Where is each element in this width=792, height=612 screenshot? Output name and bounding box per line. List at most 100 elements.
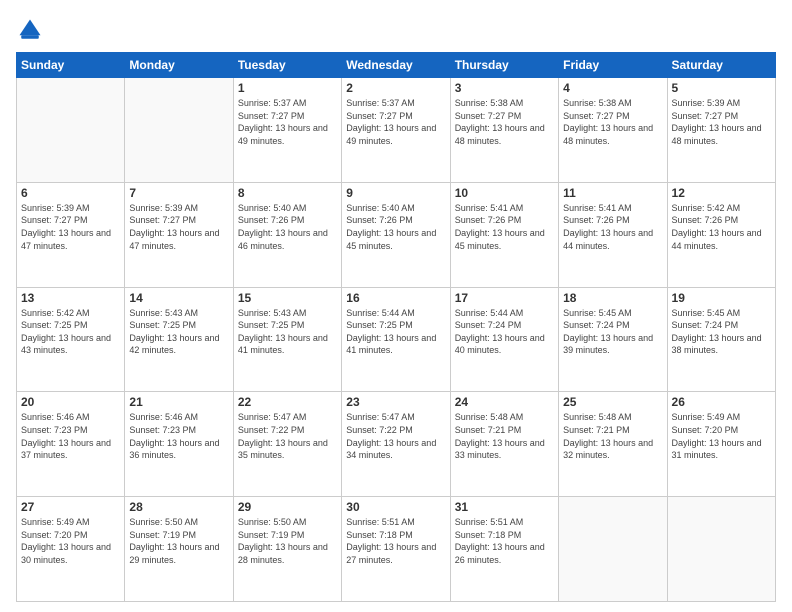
day-number: 18: [563, 291, 662, 305]
calendar-cell: 1 Sunrise: 5:37 AMSunset: 7:27 PMDaylight…: [233, 78, 341, 183]
logo: [16, 16, 48, 44]
calendar-cell: [667, 497, 775, 602]
day-info: Sunrise: 5:48 AMSunset: 7:21 PMDaylight:…: [563, 411, 662, 461]
calendar-cell: 12 Sunrise: 5:42 AMSunset: 7:26 PMDayligh…: [667, 182, 775, 287]
calendar-cell: 13 Sunrise: 5:42 AMSunset: 7:25 PMDayligh…: [17, 287, 125, 392]
day-number: 5: [672, 81, 771, 95]
day-number: 8: [238, 186, 337, 200]
day-info: Sunrise: 5:45 AMSunset: 7:24 PMDaylight:…: [563, 307, 662, 357]
week-row-2: 6 Sunrise: 5:39 AMSunset: 7:27 PMDaylight…: [17, 182, 776, 287]
day-info: Sunrise: 5:48 AMSunset: 7:21 PMDaylight:…: [455, 411, 554, 461]
day-info: Sunrise: 5:43 AMSunset: 7:25 PMDaylight:…: [238, 307, 337, 357]
day-info: Sunrise: 5:40 AMSunset: 7:26 PMDaylight:…: [238, 202, 337, 252]
day-info: Sunrise: 5:51 AMSunset: 7:18 PMDaylight:…: [346, 516, 445, 566]
day-info: Sunrise: 5:47 AMSunset: 7:22 PMDaylight:…: [346, 411, 445, 461]
day-info: Sunrise: 5:44 AMSunset: 7:25 PMDaylight:…: [346, 307, 445, 357]
weekday-header-saturday: Saturday: [667, 53, 775, 78]
calendar-cell: 6 Sunrise: 5:39 AMSunset: 7:27 PMDaylight…: [17, 182, 125, 287]
logo-icon: [16, 16, 44, 44]
day-info: Sunrise: 5:37 AMSunset: 7:27 PMDaylight:…: [238, 97, 337, 147]
week-row-5: 27Sunrise: 5:49 AMSunset: 7:20 PMDayligh…: [17, 497, 776, 602]
day-number: 24: [455, 395, 554, 409]
calendar-cell: 22Sunrise: 5:47 AMSunset: 7:22 PMDayligh…: [233, 392, 341, 497]
day-info: Sunrise: 5:45 AMSunset: 7:24 PMDaylight:…: [672, 307, 771, 357]
weekday-header-monday: Monday: [125, 53, 233, 78]
day-number: 31: [455, 500, 554, 514]
day-info: Sunrise: 5:46 AMSunset: 7:23 PMDaylight:…: [21, 411, 120, 461]
day-info: Sunrise: 5:50 AMSunset: 7:19 PMDaylight:…: [129, 516, 228, 566]
week-row-4: 20 Sunrise: 5:46 AMSunset: 7:23 PMDayligh…: [17, 392, 776, 497]
calendar-cell: 10Sunrise: 5:41 AMSunset: 7:26 PMDayligh…: [450, 182, 558, 287]
weekday-header-tuesday: Tuesday: [233, 53, 341, 78]
day-info: Sunrise: 5:41 AMSunset: 7:26 PMDaylight:…: [563, 202, 662, 252]
day-number: 30: [346, 500, 445, 514]
day-info: Sunrise: 5:38 AMSunset: 7:27 PMDaylight:…: [563, 97, 662, 147]
day-number: 4: [563, 81, 662, 95]
day-info: Sunrise: 5:37 AMSunset: 7:27 PMDaylight:…: [346, 97, 445, 147]
day-number: 16: [346, 291, 445, 305]
calendar-cell: 18 Sunrise: 5:45 AMSunset: 7:24 PMDayligh…: [559, 287, 667, 392]
day-info: Sunrise: 5:44 AMSunset: 7:24 PMDaylight:…: [455, 307, 554, 357]
day-number: 12: [672, 186, 771, 200]
day-info: Sunrise: 5:39 AMSunset: 7:27 PMDaylight:…: [672, 97, 771, 147]
calendar-cell: 21 Sunrise: 5:46 AMSunset: 7:23 PMDayligh…: [125, 392, 233, 497]
calendar-cell: 3Sunrise: 5:38 AMSunset: 7:27 PMDaylight…: [450, 78, 558, 183]
day-info: Sunrise: 5:47 AMSunset: 7:22 PMDaylight:…: [238, 411, 337, 461]
page: SundayMondayTuesdayWednesdayThursdayFrid…: [0, 0, 792, 612]
day-info: Sunrise: 5:51 AMSunset: 7:18 PMDaylight:…: [455, 516, 554, 566]
day-info: Sunrise: 5:46 AMSunset: 7:23 PMDaylight:…: [129, 411, 228, 461]
day-info: Sunrise: 5:40 AMSunset: 7:26 PMDaylight:…: [346, 202, 445, 252]
day-number: 23: [346, 395, 445, 409]
day-number: 28: [129, 500, 228, 514]
day-number: 19: [672, 291, 771, 305]
calendar-cell: [125, 78, 233, 183]
day-info: Sunrise: 5:43 AMSunset: 7:25 PMDaylight:…: [129, 307, 228, 357]
calendar-cell: 4 Sunrise: 5:38 AMSunset: 7:27 PMDaylight…: [559, 78, 667, 183]
calendar-table: SundayMondayTuesdayWednesdayThursdayFrid…: [16, 52, 776, 602]
weekday-header-friday: Friday: [559, 53, 667, 78]
day-number: 25: [563, 395, 662, 409]
calendar-cell: 23 Sunrise: 5:47 AMSunset: 7:22 PMDayligh…: [342, 392, 450, 497]
day-number: 26: [672, 395, 771, 409]
calendar-cell: 28 Sunrise: 5:50 AMSunset: 7:19 PMDayligh…: [125, 497, 233, 602]
calendar-cell: 27Sunrise: 5:49 AMSunset: 7:20 PMDayligh…: [17, 497, 125, 602]
day-info: Sunrise: 5:39 AMSunset: 7:27 PMDaylight:…: [129, 202, 228, 252]
day-info: Sunrise: 5:42 AMSunset: 7:25 PMDaylight:…: [21, 307, 120, 357]
day-info: Sunrise: 5:49 AMSunset: 7:20 PMDaylight:…: [21, 516, 120, 566]
week-row-3: 13 Sunrise: 5:42 AMSunset: 7:25 PMDayligh…: [17, 287, 776, 392]
header: [16, 16, 776, 44]
calendar-cell: 2 Sunrise: 5:37 AMSunset: 7:27 PMDaylight…: [342, 78, 450, 183]
weekday-header-sunday: Sunday: [17, 53, 125, 78]
calendar-cell: 17 Sunrise: 5:44 AMSunset: 7:24 PMDayligh…: [450, 287, 558, 392]
day-info: Sunrise: 5:42 AMSunset: 7:26 PMDaylight:…: [672, 202, 771, 252]
day-number: 14: [129, 291, 228, 305]
day-info: Sunrise: 5:38 AMSunset: 7:27 PMDaylight:…: [455, 97, 554, 147]
weekday-header-row: SundayMondayTuesdayWednesdayThursdayFrid…: [17, 53, 776, 78]
calendar-cell: 5 Sunrise: 5:39 AMSunset: 7:27 PMDaylight…: [667, 78, 775, 183]
day-number: 20: [21, 395, 120, 409]
calendar-cell: 8 Sunrise: 5:40 AMSunset: 7:26 PMDaylight…: [233, 182, 341, 287]
calendar-cell: [559, 497, 667, 602]
calendar-cell: 25 Sunrise: 5:48 AMSunset: 7:21 PMDayligh…: [559, 392, 667, 497]
day-number: 21: [129, 395, 228, 409]
calendar-cell: [17, 78, 125, 183]
day-info: Sunrise: 5:50 AMSunset: 7:19 PMDaylight:…: [238, 516, 337, 566]
day-info: Sunrise: 5:39 AMSunset: 7:27 PMDaylight:…: [21, 202, 120, 252]
calendar-cell: 20 Sunrise: 5:46 AMSunset: 7:23 PMDayligh…: [17, 392, 125, 497]
day-number: 2: [346, 81, 445, 95]
day-number: 17: [455, 291, 554, 305]
day-number: 13: [21, 291, 120, 305]
calendar-cell: 9Sunrise: 5:40 AMSunset: 7:26 PMDaylight…: [342, 182, 450, 287]
calendar-cell: 16 Sunrise: 5:44 AMSunset: 7:25 PMDayligh…: [342, 287, 450, 392]
weekday-header-thursday: Thursday: [450, 53, 558, 78]
calendar-cell: 11 Sunrise: 5:41 AMSunset: 7:26 PMDayligh…: [559, 182, 667, 287]
day-number: 6: [21, 186, 120, 200]
day-number: 1: [238, 81, 337, 95]
calendar-cell: 29Sunrise: 5:50 AMSunset: 7:19 PMDayligh…: [233, 497, 341, 602]
calendar-cell: 7Sunrise: 5:39 AMSunset: 7:27 PMDaylight…: [125, 182, 233, 287]
day-number: 11: [563, 186, 662, 200]
calendar-cell: 26Sunrise: 5:49 AMSunset: 7:20 PMDayligh…: [667, 392, 775, 497]
day-info: Sunrise: 5:41 AMSunset: 7:26 PMDaylight:…: [455, 202, 554, 252]
calendar-cell: 15 Sunrise: 5:43 AMSunset: 7:25 PMDayligh…: [233, 287, 341, 392]
day-number: 15: [238, 291, 337, 305]
